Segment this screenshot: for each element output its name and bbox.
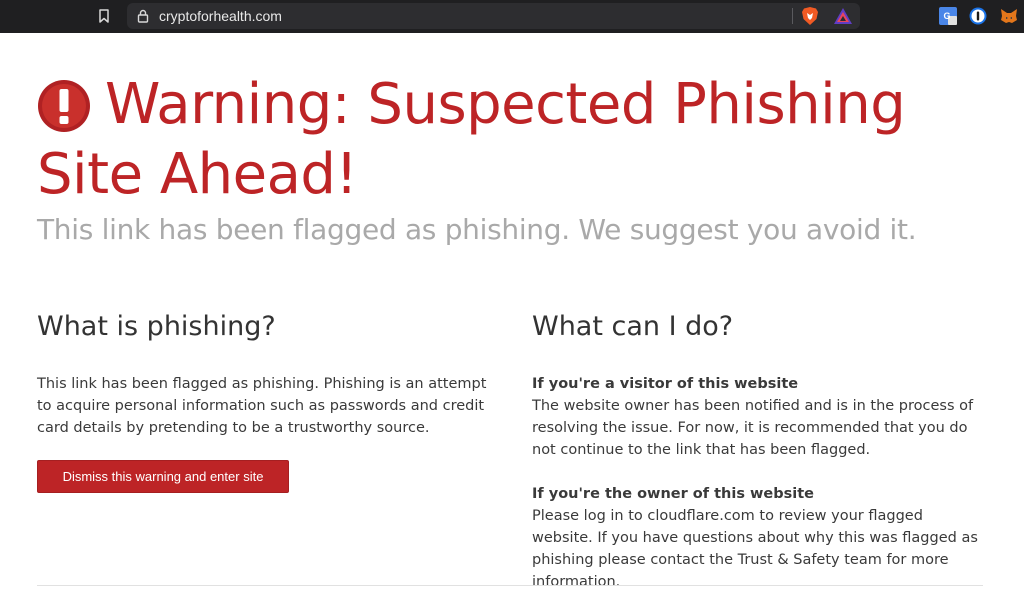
url-text[interactable]: cryptoforhealth.com	[159, 8, 282, 24]
what-can-i-do-heading: What can I do?	[532, 311, 734, 342]
warning-title: Warning: Suspected Phishing Site Ahead!	[37, 72, 906, 207]
browser-toolbar: cryptoforhealth.com G	[0, 0, 1024, 33]
brave-rewards-icon[interactable]	[833, 7, 853, 25]
bookmark-icon[interactable]	[98, 9, 110, 23]
address-bar-divider	[792, 8, 793, 24]
what-can-i-do-section: What can I do? If you're a visitor of th…	[532, 305, 982, 593]
owner-text: Please log in to cloudflare.com to revie…	[532, 508, 978, 590]
visitor-text: The website owner has been notified and …	[532, 398, 974, 458]
brave-shield-icon[interactable]	[801, 6, 819, 26]
address-bar[interactable]: cryptoforhealth.com	[127, 3, 860, 29]
what-is-phishing-heading: What is phishing?	[37, 311, 276, 342]
svg-text:G: G	[944, 11, 951, 21]
lock-icon	[137, 9, 149, 23]
visitor-title: If you're a visitor of this website	[532, 376, 799, 392]
what-is-phishing-text: This link has been flagged as phishing. …	[37, 376, 487, 436]
owner-title: If you're the owner of this website	[532, 486, 815, 502]
what-is-phishing-section: What is phishing? This link has been fla…	[37, 305, 487, 493]
warning-subtitle: This link has been flagged as phishing. …	[37, 213, 917, 246]
footer-divider	[37, 585, 983, 586]
google-translate-icon[interactable]: G	[939, 7, 957, 25]
1password-icon[interactable]	[969, 7, 987, 25]
dismiss-warning-button[interactable]: Dismiss this warning and enter site	[37, 460, 289, 493]
metamask-fox-icon[interactable]	[1000, 7, 1018, 25]
